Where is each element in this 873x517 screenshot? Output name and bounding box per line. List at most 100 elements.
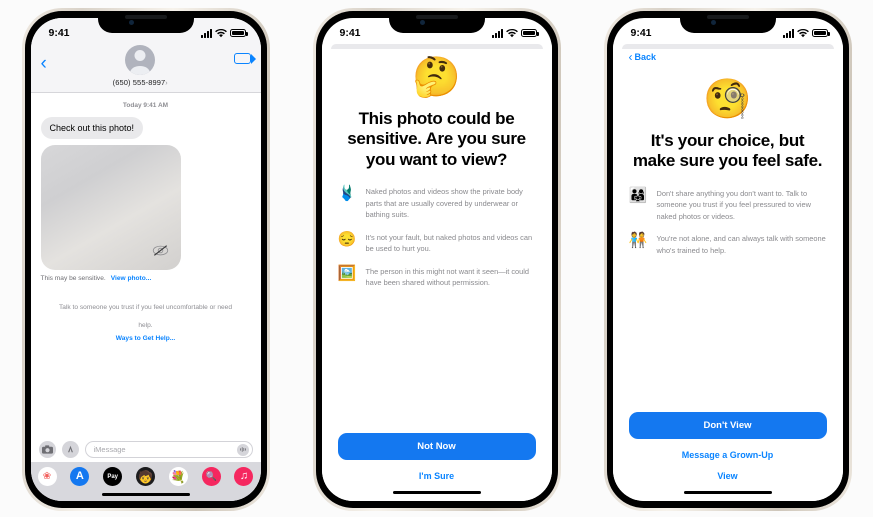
home-indicator[interactable] xyxy=(101,493,190,496)
info-bullet-list: 🩱 Naked photos and videos show the priva… xyxy=(338,186,536,288)
app-store-app-icon[interactable]: A xyxy=(70,467,90,486)
list-item: 🖼️ The person in this might not want it … xyxy=(337,264,536,289)
phone-1-home-indicator-area xyxy=(30,490,261,501)
waveform-glyph xyxy=(239,447,246,452)
page-title: It's your choice, but make sure you feel… xyxy=(632,131,823,171)
conversation-area: Today 9:41 AM Check out this photo! This… xyxy=(30,93,261,436)
home-indicator[interactable] xyxy=(392,491,481,494)
phone-1-messages: 9:41 ‹ (650) 555-8997› Today 9:41 AM Che… xyxy=(21,8,270,511)
list-item-text: Don't share anything you don't want to. … xyxy=(656,188,811,221)
thinking-face-icon: 🤔 xyxy=(412,56,461,99)
dont-view-button[interactable]: Don't View xyxy=(628,412,827,439)
phone-3-screen: 9:41 ‹ Back 🧐 It's your choice, but make… xyxy=(612,18,843,501)
audio-waveform-icon[interactable] xyxy=(236,443,249,456)
wifi-icon xyxy=(505,28,518,37)
battery-icon xyxy=(811,29,830,37)
phone-2-notch xyxy=(388,11,485,33)
phone-1-notch xyxy=(97,11,194,33)
cellular-bars-icon xyxy=(491,28,503,38)
ways-to-get-help-link[interactable]: Ways to Get Help... xyxy=(55,335,237,342)
phone-3-your-choice: 9:41 ‹ Back 🧐 It's your choice, but make… xyxy=(603,8,852,511)
list-item-text: It's not your fault, but naked photos an… xyxy=(365,232,533,254)
framed-picture-icon: 🖼️ xyxy=(337,264,357,282)
list-item-text: The person in this might not want it see… xyxy=(365,266,530,287)
message-a-grown-up-button[interactable]: Message a Grown-Up xyxy=(629,450,827,460)
front-camera-icon xyxy=(710,20,716,25)
battery-icon xyxy=(520,29,539,37)
contact-info[interactable]: (650) 555-8997› xyxy=(113,45,168,87)
list-item-text: Naked photos and videos show the private… xyxy=(365,187,523,220)
memoji-app-icon[interactable]: 🧒 xyxy=(135,467,155,486)
phone-2-home-indicator-area xyxy=(321,485,552,501)
eye-slash-icon xyxy=(152,245,168,256)
cellular-bars-icon xyxy=(200,28,212,38)
photos-app-icon[interactable]: ❀ xyxy=(37,467,57,486)
contact-number: (650) 555-8997 xyxy=(112,78,166,87)
home-indicator[interactable] xyxy=(683,491,772,494)
view-button[interactable]: View xyxy=(629,471,827,481)
earpiece-speaker-icon xyxy=(124,15,167,19)
list-item: 😔 It's not your fault, but naked photos … xyxy=(337,230,536,255)
phone-3-notch xyxy=(679,11,776,33)
your-choice-sheet: ‹ Back 🧐 It's your choice, but make sure… xyxy=(612,44,843,485)
list-item-text: You're not alone, and can always talk wi… xyxy=(656,234,826,255)
monocle-face-icon: 🧐 xyxy=(703,78,752,121)
list-item: 👨‍👩‍👧 Don't share anything you don't wan… xyxy=(629,187,827,222)
music-app-icon[interactable]: ♫ xyxy=(234,467,254,486)
wifi-icon xyxy=(214,28,227,37)
compose-bar: iMessage xyxy=(30,436,261,462)
view-photo-link[interactable]: View photo... xyxy=(111,275,152,282)
help-block: Talk to someone you trust if you feel un… xyxy=(41,296,251,342)
imessage-app-drawer: ❀ A Pay 🧒 💐 🔍 ♫ xyxy=(30,462,261,490)
message-input-placeholder: iMessage xyxy=(93,445,126,454)
messages-header: ‹ (650) 555-8997› xyxy=(30,44,261,93)
earpiece-speaker-icon xyxy=(706,15,749,19)
battery-icon xyxy=(229,29,248,37)
contact-name: (650) 555-8997› xyxy=(113,78,168,87)
camera-glyph xyxy=(41,445,53,454)
video-camera-icon[interactable] xyxy=(233,53,256,64)
swimsuit-icon: 🩱 xyxy=(337,185,357,203)
phone-1-bezel: 9:41 ‹ (650) 555-8997› Today 9:41 AM Che… xyxy=(24,11,267,508)
contact-chevron-icon: › xyxy=(165,80,168,87)
incoming-message-bubble[interactable]: Check out this photo! xyxy=(36,117,144,139)
phone-2-bezel: 9:41 🤔 This photo could be sensitive. Ar… xyxy=(315,11,558,508)
screenshot-stage: 9:41 ‹ (650) 555-8997› Today 9:41 AM Che… xyxy=(0,0,873,517)
apple-pay-app-icon[interactable]: Pay xyxy=(103,467,123,486)
list-item: 🩱 Naked photos and videos show the priva… xyxy=(338,186,536,220)
chevron-left-icon: ‹ xyxy=(628,50,633,64)
info-bullet-list: 👨‍👩‍👧 Don't share anything you don't wan… xyxy=(629,187,827,256)
status-indicators xyxy=(200,28,248,38)
phone-1-screen: 9:41 ‹ (650) 555-8997› Today 9:41 AM Che… xyxy=(30,18,261,501)
pensive-face-icon: 😔 xyxy=(337,230,357,248)
not-now-button[interactable]: Not Now xyxy=(337,433,536,460)
stickers-app-icon[interactable]: 💐 xyxy=(168,467,188,486)
im-sure-button[interactable]: I'm Sure xyxy=(338,471,536,481)
page-title: This photo could be sensitive. Are you s… xyxy=(347,109,526,169)
earpiece-speaker-icon xyxy=(415,15,458,19)
phone-2-sensitive-warning: 9:41 🤔 This photo could be sensitive. Ar… xyxy=(312,8,561,511)
status-indicators xyxy=(782,28,830,38)
phone-2-screen: 9:41 🤔 This photo could be sensitive. Ar… xyxy=(321,18,552,501)
wifi-icon xyxy=(796,28,809,37)
sheet-actions: Don't View Message a Grown-Up View xyxy=(628,412,827,485)
back-button[interactable]: ‹ xyxy=(41,44,47,73)
status-time: 9:41 xyxy=(339,27,361,39)
front-camera-icon xyxy=(128,20,134,25)
blurred-photo-attachment[interactable] xyxy=(40,145,181,270)
front-camera-icon xyxy=(419,20,425,25)
help-text: Talk to someone you trust if you feel un… xyxy=(59,304,232,329)
sheet-lip xyxy=(621,44,834,49)
app-store-icon[interactable] xyxy=(61,441,79,458)
phone-3-bezel: 9:41 ‹ Back 🧐 It's your choice, but make… xyxy=(606,11,849,508)
status-time: 9:41 xyxy=(630,27,652,39)
app-store-glyph xyxy=(67,445,73,453)
status-time: 9:41 xyxy=(48,27,70,39)
back-button[interactable]: ‹ Back xyxy=(629,51,657,63)
image-search-app-icon[interactable]: 🔍 xyxy=(201,467,221,486)
message-input[interactable]: iMessage xyxy=(84,441,253,458)
back-button-label: Back xyxy=(634,52,657,62)
list-item: 🧑‍🤝‍🧑 You're not alone, and can always t… xyxy=(629,233,827,256)
sensitive-notice-text: This may be sensitive. xyxy=(40,275,106,282)
camera-icon[interactable] xyxy=(38,441,56,458)
